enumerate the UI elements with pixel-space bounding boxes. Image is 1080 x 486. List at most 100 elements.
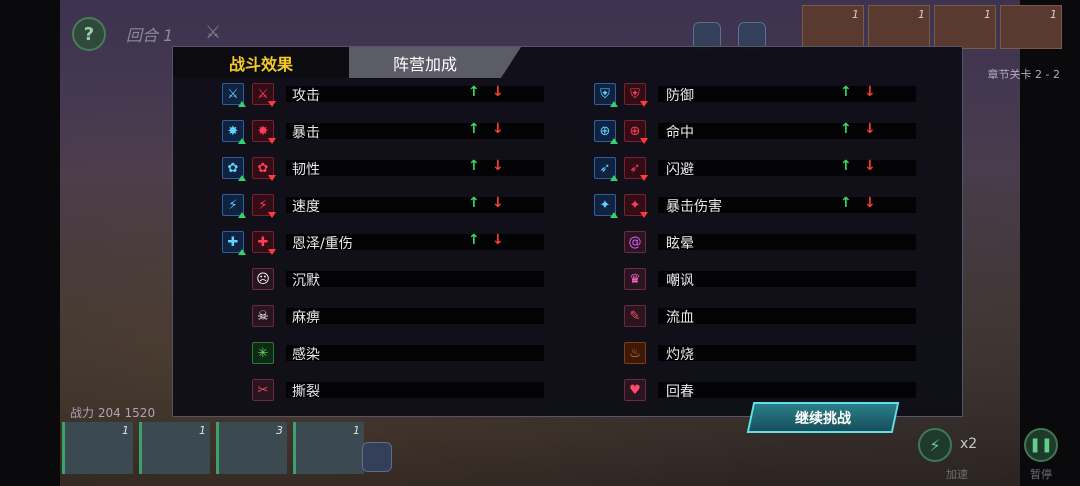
arrow-up-icon: ↑ [840, 195, 852, 211]
wound-down-icon: ✚ [252, 231, 276, 255]
status-row: ☹ 沉默 [252, 268, 544, 290]
arrow-down-icon: ↓ [864, 84, 876, 100]
speed-down-icon: ⚡ [252, 194, 276, 218]
tear-icon: ✂ [252, 379, 274, 401]
arrow-up-icon: ↑ [468, 158, 480, 174]
tab-battle-effects[interactable]: 战斗效果 [173, 47, 349, 78]
arrow-up-icon: ↑ [468, 84, 480, 100]
stat-row: ✚ ✚ 恩泽/重伤 ↑ ↓ [222, 231, 544, 255]
continue-challenge-button[interactable]: 继续挑战 [746, 402, 900, 433]
burn-icon: ♨ [624, 342, 646, 364]
stat-label: 攻击 [292, 88, 320, 104]
enemy-slot[interactable]: 1 [868, 5, 930, 49]
status-row: ✂ 撕裂 [252, 379, 544, 401]
round-label: 回合 1 [126, 26, 174, 45]
crit-up-icon: ✸ [222, 120, 246, 144]
stat-label: 暴击伤害 [666, 199, 722, 215]
battle-effects-dialog: 阵营加成 战斗效果 ⚔ ⚔ 攻击 ↑ ↓ ✸ ✸ 暴击 ↑ ↓ ✿ ✿ 韧性 ↑… [172, 46, 963, 417]
status-row: ♨ 灼烧 [624, 342, 916, 364]
crit-down-icon: ✸ [252, 120, 276, 144]
enemy-count: 1 [984, 8, 991, 21]
silence-icon: ☹ [252, 268, 274, 290]
stun-icon: @ [624, 231, 646, 253]
status-label: 嘲讽 [666, 273, 694, 289]
infection-icon: ✳ [252, 342, 274, 364]
status-label: 回春 [666, 384, 694, 400]
enemy-slot[interactable]: 1 [1000, 5, 1062, 49]
speed-caption: 加速 [946, 468, 968, 481]
status-label: 撕裂 [292, 384, 320, 400]
enemy-count: 1 [852, 8, 859, 21]
hero-slot[interactable]: 3 [216, 422, 287, 474]
status-row: ♥ 回春 [624, 379, 916, 401]
stat-label: 防御 [666, 88, 694, 104]
arrow-up-icon: ↑ [468, 121, 480, 137]
arrow-down-icon: ↓ [492, 195, 504, 211]
arrow-down-icon: ↓ [864, 121, 876, 137]
grace-up-icon: ✚ [222, 231, 246, 255]
stat-label: 韧性 [292, 162, 320, 178]
stat-label: 速度 [292, 199, 320, 215]
lightning-icon: ⚡ [929, 435, 941, 455]
skill-button[interactable] [362, 442, 392, 472]
stat-row: ⊕ ⊕ 命中 ↑ ↓ [594, 120, 916, 144]
stat-label: 恩泽/重伤 [292, 236, 353, 252]
arrow-down-icon: ↓ [492, 84, 504, 100]
continue-label: 继续挑战 [795, 410, 851, 427]
arrow-up-icon: ↑ [468, 195, 480, 211]
tab-bar: 阵营加成 战斗效果 [173, 47, 521, 78]
crit-damage-down-icon: ✦ [624, 194, 648, 218]
crit-damage-up-icon: ✦ [594, 194, 618, 218]
hero-count: 1 [122, 424, 129, 437]
accuracy-down-icon: ⊕ [624, 120, 648, 144]
speed-button[interactable]: ⚡ [918, 428, 952, 462]
arrow-down-icon: ↓ [492, 158, 504, 174]
enemy-count: 1 [1050, 8, 1057, 21]
dodge-up-icon: ➶ [594, 157, 618, 181]
status-label: 流血 [666, 310, 694, 326]
attack-up-icon: ⚔ [222, 83, 246, 107]
hero-slot[interactable]: 1 [62, 422, 133, 474]
arrow-down-icon: ↓ [492, 232, 504, 248]
status-label: 感染 [292, 347, 320, 363]
status-row: ✎ 流血 [624, 305, 916, 327]
hero-lineup: 1 1 3 1 [62, 422, 364, 474]
enemy-lineup: 1 1 1 1 [802, 5, 1062, 49]
stat-label: 闪避 [666, 162, 694, 178]
pause-button[interactable]: ❚❚ [1024, 428, 1058, 462]
tab-faction-bonus[interactable]: 阵营加成 [329, 47, 521, 78]
arrow-up-icon: ↑ [840, 84, 852, 100]
dodge-down-icon: ➶ [624, 157, 648, 181]
enemy-count: 1 [918, 8, 925, 21]
hero-slot[interactable]: 1 [139, 422, 210, 474]
speed-up-icon: ⚡ [222, 194, 246, 218]
status-row: @ 眩晕 [624, 231, 916, 253]
hero-slot[interactable]: 1 [293, 422, 364, 474]
arrow-up-icon: ↑ [840, 158, 852, 174]
hero-count: 1 [199, 424, 206, 437]
attack-down-icon: ⚔ [252, 83, 276, 107]
stat-row: ➶ ➶ 闪避 ↑ ↓ [594, 157, 916, 181]
regen-icon: ♥ [624, 379, 646, 401]
stat-row: ⛨ ⛨ 防御 ↑ ↓ [594, 83, 916, 107]
status-label: 沉默 [292, 273, 320, 289]
enemy-slot[interactable]: 1 [802, 5, 864, 49]
toughness-up-icon: ✿ [222, 157, 246, 181]
speed-multiplier: x2 [960, 436, 978, 452]
status-label: 麻痹 [292, 310, 320, 326]
status-label: 灼烧 [666, 347, 694, 363]
sword-icon: ⚔ [205, 22, 222, 43]
help-button[interactable]: ? [72, 17, 106, 51]
enemy-slot[interactable]: 1 [934, 5, 996, 49]
arrow-up-icon: ↑ [840, 121, 852, 137]
status-label: 眩晕 [666, 236, 694, 252]
accuracy-up-icon: ⊕ [594, 120, 618, 144]
status-row: ☠ 麻痹 [252, 305, 544, 327]
stat-label: 命中 [666, 125, 694, 141]
screen-border-left [0, 0, 60, 486]
defense-up-icon: ⛨ [594, 83, 618, 107]
hero-count: 1 [353, 424, 360, 437]
status-row: ✳ 感染 [252, 342, 544, 364]
stat-row: ✦ ✦ 暴击伤害 ↑ ↓ [594, 194, 916, 218]
stat-row: ✸ ✸ 暴击 ↑ ↓ [222, 120, 544, 144]
